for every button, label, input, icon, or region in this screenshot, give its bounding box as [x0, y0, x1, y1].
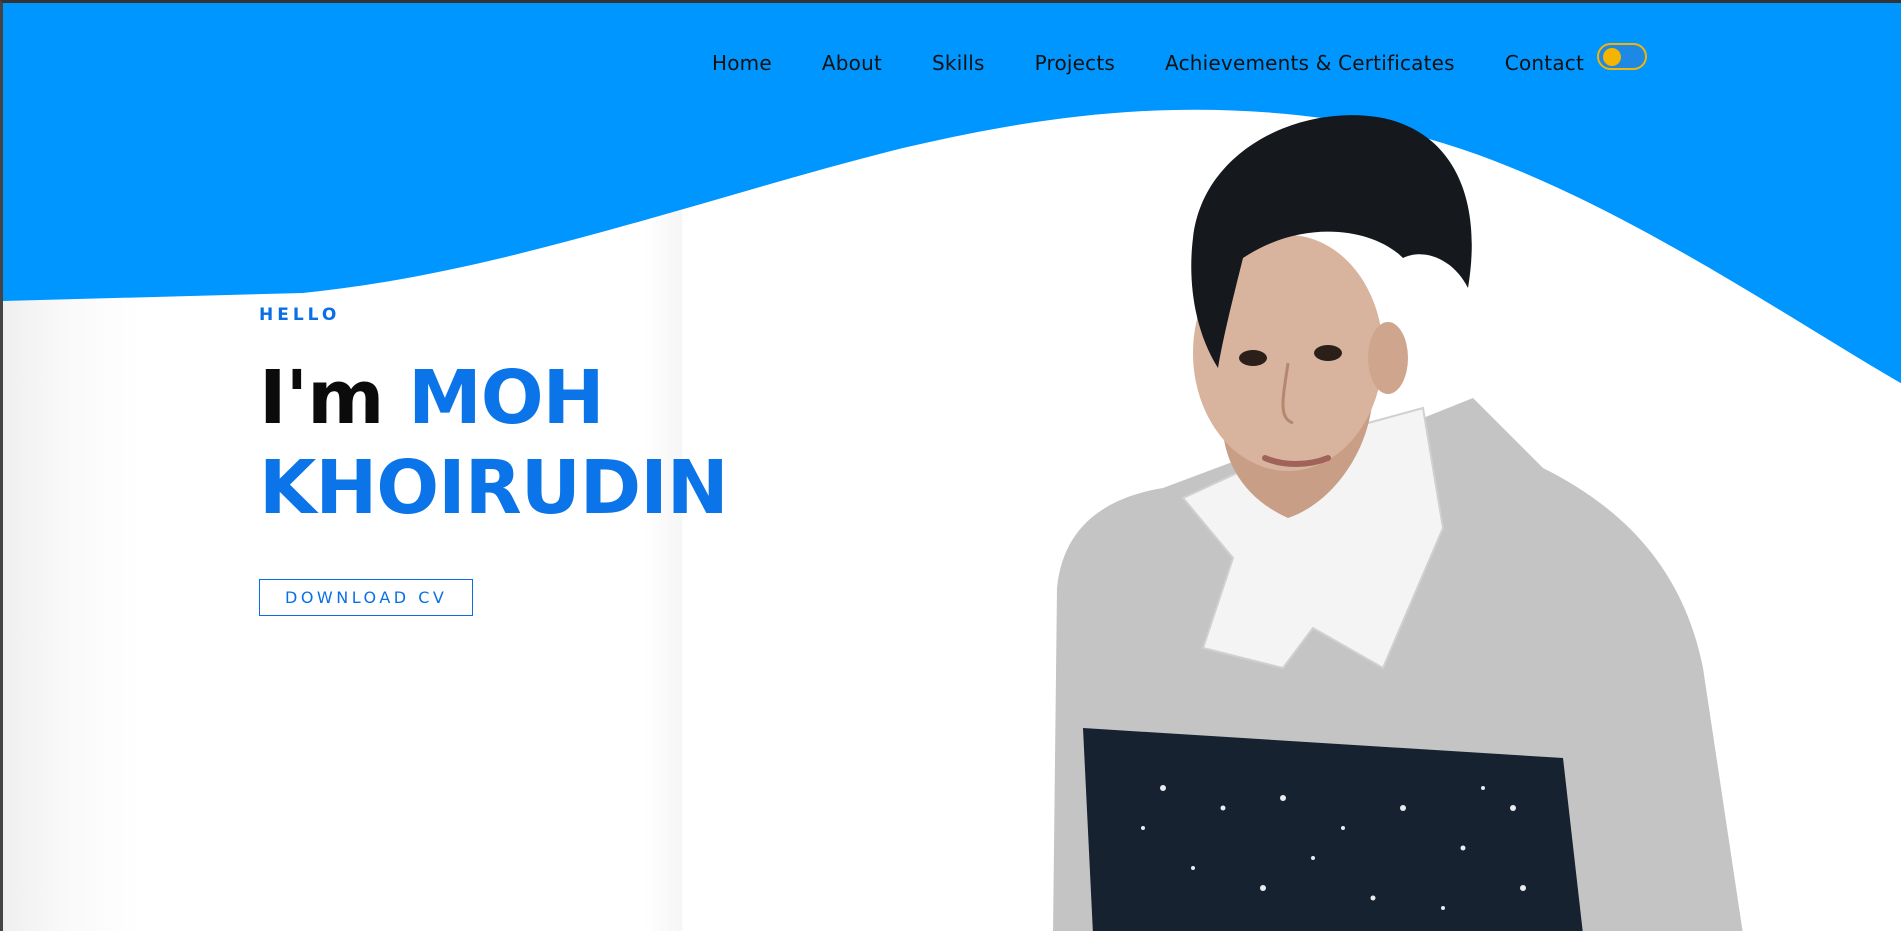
name-last: KHOIRUDIN	[259, 445, 729, 531]
nav-home[interactable]: Home	[712, 51, 772, 75]
hero-page: Home About Skills Projects Achievements …	[0, 0, 1901, 931]
headline: I'm MOH KHOIRUDIN	[259, 353, 729, 533]
name-first: MOH	[408, 355, 604, 441]
intro-text: I'm	[259, 355, 384, 441]
nav-skills[interactable]: Skills	[932, 51, 985, 75]
greeting: HELLO	[259, 305, 341, 325]
hero-text: HELLO I'm MOH KHOIRUDIN DOWNLOAD CV	[259, 305, 729, 616]
profile-photo	[1053, 115, 1743, 931]
nav-contact[interactable]: Contact	[1505, 51, 1584, 75]
nav-projects[interactable]: Projects	[1035, 51, 1115, 75]
main-nav: Home About Skills Projects Achievements …	[712, 51, 1584, 75]
download-cv-button[interactable]: DOWNLOAD CV	[259, 579, 474, 616]
theme-toggle[interactable]	[1597, 43, 1647, 70]
toggle-knob-icon	[1603, 48, 1621, 66]
nav-about[interactable]: About	[822, 51, 882, 75]
nav-achievements[interactable]: Achievements & Certificates	[1165, 51, 1455, 75]
